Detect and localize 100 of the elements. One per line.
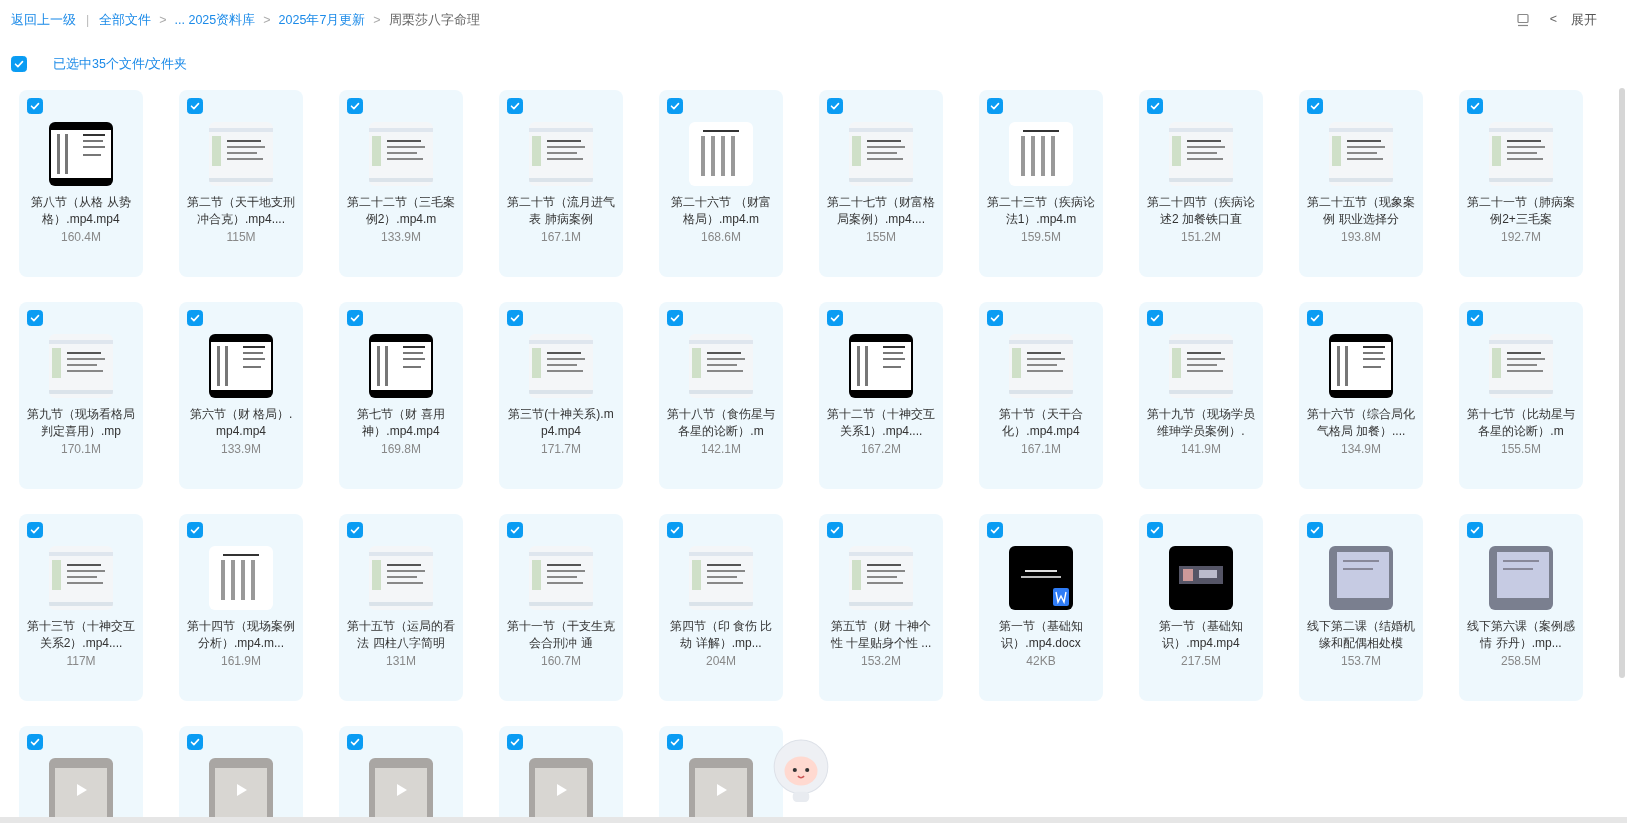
file-checkbox[interactable] — [187, 98, 203, 114]
file-card[interactable]: 第一节（基础知识）.mp4.docx 42KB — [979, 514, 1103, 701]
file-checkbox[interactable] — [347, 310, 363, 326]
breadcrumb-item[interactable]: 2025年7月更新 — [278, 11, 366, 29]
file-card[interactable]: 第十七节（比劫星与各星的论断）.m 155.5M — [1459, 302, 1583, 489]
file-card[interactable]: 第十节（天干合化）.mp4.mp4 167.1M — [979, 302, 1103, 489]
file-checkbox[interactable] — [507, 734, 523, 750]
file-size: 115M — [226, 230, 256, 244]
screenshot-thumbnail — [1009, 334, 1073, 398]
file-card[interactable]: 第十八节（食伤星与各星的论断）.m 142.1M — [659, 302, 783, 489]
file-size: 155.5M — [1501, 442, 1541, 456]
file-checkbox[interactable] — [827, 522, 843, 538]
file-checkbox[interactable] — [827, 98, 843, 114]
file-card[interactable]: 第九节（现场看格局判定喜用）.mp 170.1M — [19, 302, 143, 489]
file-checkbox[interactable] — [27, 522, 43, 538]
file-checkbox[interactable] — [1307, 310, 1323, 326]
file-checkbox[interactable] — [1467, 98, 1483, 114]
video-thumbnail — [1169, 546, 1233, 610]
file-card[interactable]: 线下第六课（案例感情 乔丹）.mp... 258.5M — [1459, 514, 1583, 701]
file-checkbox[interactable] — [1307, 98, 1323, 114]
breadcrumb-separator: | — [86, 13, 90, 27]
document-thumbnail — [849, 334, 913, 398]
file-card[interactable]: 第十三节（十神交互关系2）.mp4.... 117M — [19, 514, 143, 701]
file-name: 线下第六课（案例感情 乔丹）.mp... — [1466, 618, 1576, 652]
file-name: 线下第二课（结婚机缘和配偶相处模 — [1306, 618, 1416, 652]
file-name: 第八节（从格 从势格）.mp4.mp4 — [30, 194, 132, 228]
file-checkbox[interactable] — [1147, 522, 1163, 538]
file-card[interactable]: 第二十七节（财富格局案例）.mp4.... 155M — [819, 90, 943, 277]
file-checkbox[interactable] — [667, 310, 683, 326]
screenshot-thumbnail — [369, 546, 433, 610]
file-card[interactable]: 第四节（印 食伤 比劫 详解）.mp... 204M — [659, 514, 783, 701]
panel-icon[interactable] — [1515, 13, 1530, 27]
breadcrumb-arrow: > — [159, 13, 167, 27]
file-name: 第六节（财 格局）.mp4.mp4 — [188, 406, 294, 440]
file-checkbox[interactable] — [1467, 522, 1483, 538]
file-card[interactable]: 第二十四节（疾病论述2 加餐铁口直 151.2M — [1139, 90, 1263, 277]
screenshot-thumbnail — [849, 122, 913, 186]
file-name: 第二十节（流月进气表 肺病案例 — [506, 194, 616, 228]
file-checkbox[interactable] — [1467, 310, 1483, 326]
video-thumbnail — [49, 758, 113, 817]
file-checkbox[interactable] — [27, 98, 43, 114]
file-card[interactable]: 第一节（基础知识）.mp4.mp4 217.5M — [1139, 514, 1263, 701]
file-card[interactable]: 第十九节（现场学员维珅学员案例）. 141.9M — [1139, 302, 1263, 489]
file-card[interactable]: 第二十三节（疾病论法1）.mp4.m 159.5M — [979, 90, 1103, 277]
file-checkbox[interactable] — [667, 522, 683, 538]
screenshot-thumbnail — [1489, 122, 1553, 186]
file-card[interactable]: 第二十五节（现象案例 职业选择分 193.8M — [1299, 90, 1423, 277]
select-all-checkbox[interactable] — [11, 56, 27, 72]
file-checkbox[interactable] — [347, 522, 363, 538]
file-card[interactable]: 第十二节（十神交互关系1）.mp4.... 167.2M — [819, 302, 943, 489]
file-checkbox[interactable] — [507, 522, 523, 538]
file-checkbox[interactable] — [27, 310, 43, 326]
file-checkbox[interactable] — [507, 98, 523, 114]
file-checkbox[interactable] — [507, 310, 523, 326]
file-checkbox[interactable] — [667, 98, 683, 114]
file-checkbox[interactable] — [187, 522, 203, 538]
file-checkbox[interactable] — [827, 310, 843, 326]
file-card[interactable]: 第十一节（干支生克会合刑冲 通 160.7M — [499, 514, 623, 701]
file-checkbox[interactable] — [1307, 522, 1323, 538]
file-card[interactable]: 第二十节（流月进气表 肺病案例 167.1M — [499, 90, 623, 277]
file-checkbox[interactable] — [987, 98, 1003, 114]
screenshot-thumbnail — [369, 122, 433, 186]
selection-count: 已选中35个文件/文件夹 — [53, 55, 188, 73]
screenshot-thumbnail — [1169, 122, 1233, 186]
file-size: 117M — [66, 654, 96, 668]
file-card[interactable]: 第三节(十神关系).mp4.mp4 171.7M — [499, 302, 623, 489]
file-card[interactable]: 第七节（财 喜用神）.mp4.mp4 169.8M — [339, 302, 463, 489]
file-checkbox[interactable] — [1147, 98, 1163, 114]
file-card[interactable]: 第八节（从格 从势格）.mp4.mp4 160.4M — [19, 90, 143, 277]
file-checkbox[interactable] — [1147, 310, 1163, 326]
file-card[interactable]: 第二十一节（肺病案例2+三毛案 192.7M — [1459, 90, 1583, 277]
expand-button[interactable]: < 展开 — [1549, 11, 1597, 29]
file-size: 170.1M — [61, 442, 101, 456]
file-card[interactable]: 第二十六节 （财富格局）.mp4.m 168.6M — [659, 90, 783, 277]
breadcrumb-item[interactable]: ... 2025资料库 — [174, 11, 256, 29]
file-card[interactable]: 第二十二节（三毛案例2）.mp4.m 133.9M — [339, 90, 463, 277]
scrollbar[interactable] — [1619, 88, 1625, 678]
file-name: 第一节（基础知识）.mp4.docx — [998, 618, 1084, 652]
screenshot-thumbnail — [1169, 334, 1233, 398]
breadcrumb-item[interactable]: 全部文件 — [99, 11, 152, 29]
document-thumbnail — [1329, 334, 1393, 398]
file-card[interactable]: 第十四节（现场案例分析）.mp4.m... 161.9M — [179, 514, 303, 701]
file-card[interactable]: 第十五节（运局的看法 四柱八字简明 131M — [339, 514, 463, 701]
file-checkbox[interactable] — [187, 734, 203, 750]
file-checkbox[interactable] — [347, 98, 363, 114]
file-card[interactable]: 第五节（财 十神个性 十星贴身个性 ... 153.2M — [819, 514, 943, 701]
file-card[interactable]: 第十六节（综合局化气格局 加餐）.... 134.9M — [1299, 302, 1423, 489]
file-card[interactable]: 第六节（财 格局）.mp4.mp4 133.9M — [179, 302, 303, 489]
file-card[interactable]: 线下第二课（结婚机缘和配偶相处模 153.7M — [1299, 514, 1423, 701]
file-checkbox[interactable] — [987, 522, 1003, 538]
file-checkbox[interactable] — [667, 734, 683, 750]
back-link[interactable]: 返回上一级 — [11, 11, 76, 29]
file-size: 142.1M — [701, 442, 741, 456]
file-checkbox[interactable] — [27, 734, 43, 750]
file-checkbox[interactable] — [347, 734, 363, 750]
file-card[interactable]: 第二节（天干地支刑冲合克）.mp4.... 115M — [179, 90, 303, 277]
file-size: 133.9M — [221, 442, 261, 456]
document-thumbnail — [209, 334, 273, 398]
file-checkbox[interactable] — [987, 310, 1003, 326]
file-checkbox[interactable] — [187, 310, 203, 326]
